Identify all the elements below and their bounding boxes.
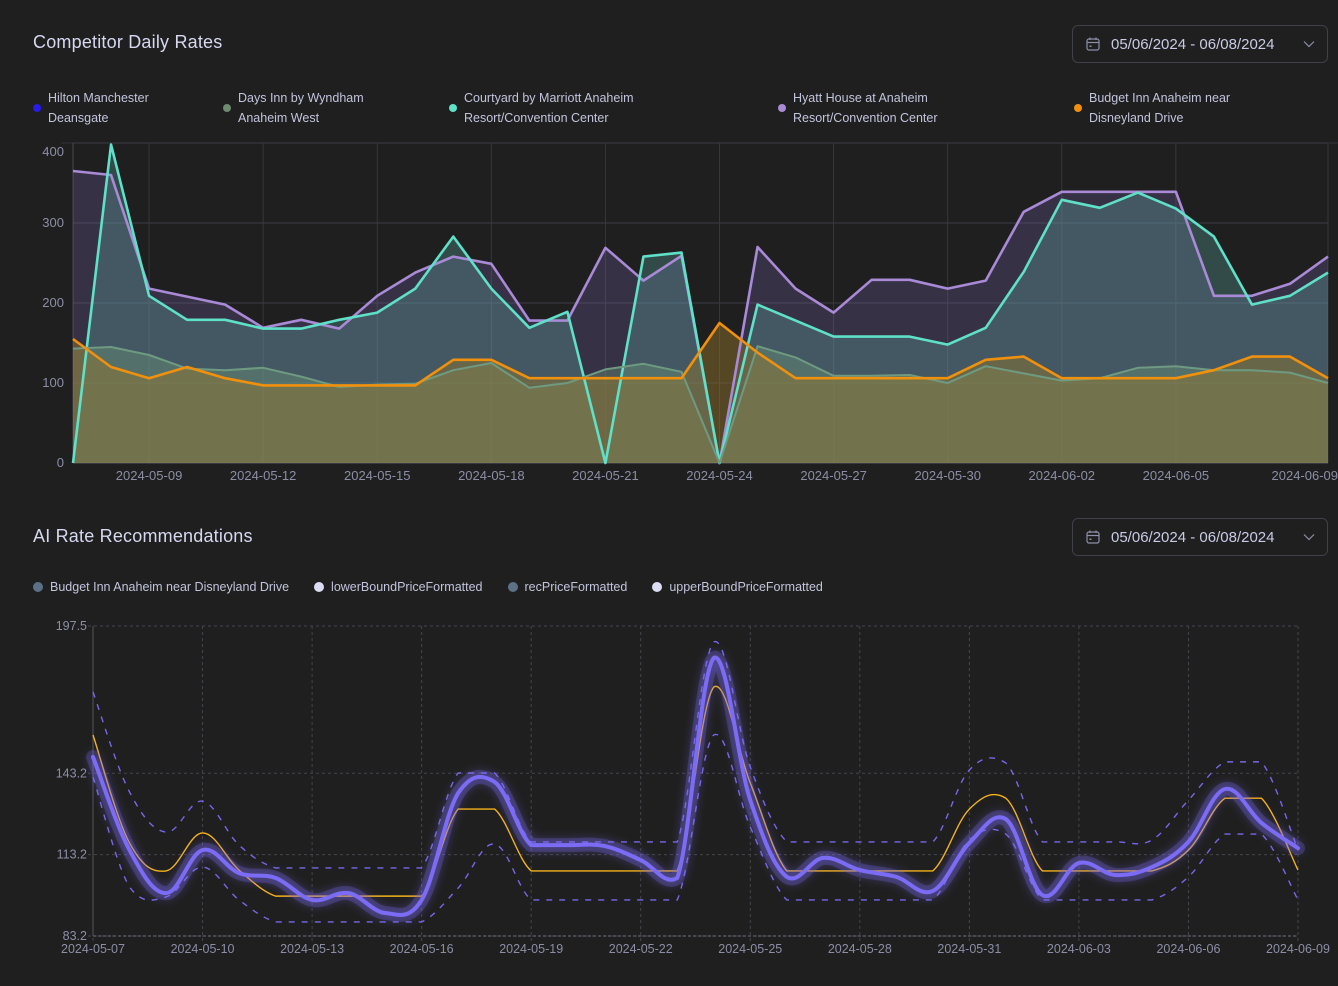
x-tick-label: 2024-06-06 [1156,942,1220,956]
y-tick-label: 0 [57,455,64,470]
legend-label: recPriceFormatted [524,580,628,594]
legend-item-days-inn[interactable]: Days Inn by Wyndham Anaheim West [223,88,364,128]
legend-item-hyatt[interactable]: Hyatt House at Anaheim Resort/Convention … [778,88,938,128]
legend-dot [778,104,786,112]
competitor-date-range-picker[interactable]: 05/06/2024 - 06/08/2024 [1072,25,1328,63]
x-tick-label: 2024-05-28 [828,942,892,956]
legend-item-upper-bound[interactable]: upperBoundPriceFormatted [652,580,823,594]
x-tick-label: 2024-06-02 [1029,468,1096,483]
x-tick-label: 2024-05-10 [171,942,235,956]
recommendations-date-range-picker[interactable]: 05/06/2024 - 06/08/2024 [1072,518,1328,556]
legend-label: Hyatt House at Anaheim [793,91,928,105]
competitor-rates-title: Competitor Daily Rates [33,32,223,52]
legend-dot [33,582,43,592]
calendar-icon [1085,36,1101,52]
y-tick-label: 197.5 [56,619,87,633]
legend-item-rec-price[interactable]: recPriceFormatted [507,580,628,594]
legend-label: Deansgate [48,111,109,125]
y-tick-label: 200 [42,295,64,310]
competitor-rates-chart[interactable]: 0 100 200 300 400 2024-05-09 2024-05-12 2024-05… [0,140,1338,490]
chevron-down-icon [1303,40,1315,48]
x-tick-label: 2024-06-05 [1143,468,1210,483]
y-tick-label: 400 [42,144,64,159]
x-tick-label: 2024-05-19 [499,942,563,956]
ai-recommendations-chart[interactable]: 83.2 113.2 143.2 197.5 2024-05-07 2024-05-10 2… [0,610,1338,960]
x-tick-label: 2024-05-07 [61,942,125,956]
x-tick-label: 2024-05-24 [686,468,753,483]
legend-label: Anaheim West [238,111,320,125]
legend-label: upperBoundPriceFormatted [669,580,823,594]
x-tick-label: 2024-05-31 [937,942,1001,956]
x-tick-label: 2024-05-15 [344,468,411,483]
x-tick-label: 2024-05-25 [718,942,782,956]
legend-label: Budget Inn Anaheim near Disneyland Drive [50,580,290,594]
x-tick-label: 2024-05-13 [280,942,344,956]
legend-dot [449,104,457,112]
x-tick-label: 2024-06-09 [1266,942,1330,956]
legend-label: Resort/Convention Center [793,111,938,125]
x-tick-label: 2024-05-09 [116,468,183,483]
date-range-value: 05/06/2024 - 06/08/2024 [1111,35,1275,53]
y-tick-label: 300 [42,215,64,230]
x-tick-label: 2024-06-09 [1272,468,1338,483]
legend-label: Resort/Convention Center [464,111,609,125]
legend-dot [223,104,231,112]
calendar-icon [1085,529,1101,545]
legend-label: lowerBoundPriceFormatted [331,580,483,594]
competitor-legend: Hilton Manchester Deansgate Days Inn by W… [33,88,1333,128]
x-tick-label: 2024-06-03 [1047,942,1111,956]
legend-dot [1074,104,1082,112]
recommendations-legend: Budget Inn Anaheim near Disneyland Drive… [33,580,823,594]
legend-item-courtyard[interactable]: Courtyard by Marriott Anaheim Resort/Conv… [449,88,634,128]
x-tick-label: 2024-05-27 [800,468,867,483]
x-tick-label: 2024-05-30 [914,468,981,483]
x-tick-label: 2024-05-21 [572,468,639,483]
legend-label: Courtyard by Marriott Anaheim [464,91,634,105]
y-tick-label: 143.2 [56,766,87,780]
y-tick-label: 113.2 [57,848,87,862]
legend-label: Hilton Manchester [48,91,149,105]
chevron-down-icon [1303,533,1315,541]
legend-item-lower-bound[interactable]: lowerBoundPriceFormatted [314,580,483,594]
legend-item-budget-inn[interactable]: Budget Inn Anaheim near Disneyland Drive [33,580,289,594]
legend-item-hilton[interactable]: Hilton Manchester Deansgate [33,88,149,128]
y-tick-label: 83.2 [63,929,87,943]
x-tick-label: 2024-05-16 [390,942,454,956]
x-tick-label: 2024-05-22 [609,942,673,956]
legend-label: Disneyland Drive [1089,111,1184,125]
legend-label: Days Inn by Wyndham [238,91,364,105]
legend-dot [652,582,663,592]
legend-item-budget-inn[interactable]: Budget Inn Anaheim near Disneyland Drive [1074,88,1230,128]
x-tick-label: 2024-05-12 [230,468,297,483]
legend-dot [33,104,41,112]
y-tick-label: 100 [42,375,64,390]
legend-label: Budget Inn Anaheim near [1089,91,1231,105]
legend-dot [314,582,325,592]
ai-recommendations-title: AI Rate Recommendations [33,526,253,546]
x-tick-label: 2024-05-18 [458,468,525,483]
legend-dot [507,582,518,592]
date-range-value: 05/06/2024 - 06/08/2024 [1111,528,1275,546]
